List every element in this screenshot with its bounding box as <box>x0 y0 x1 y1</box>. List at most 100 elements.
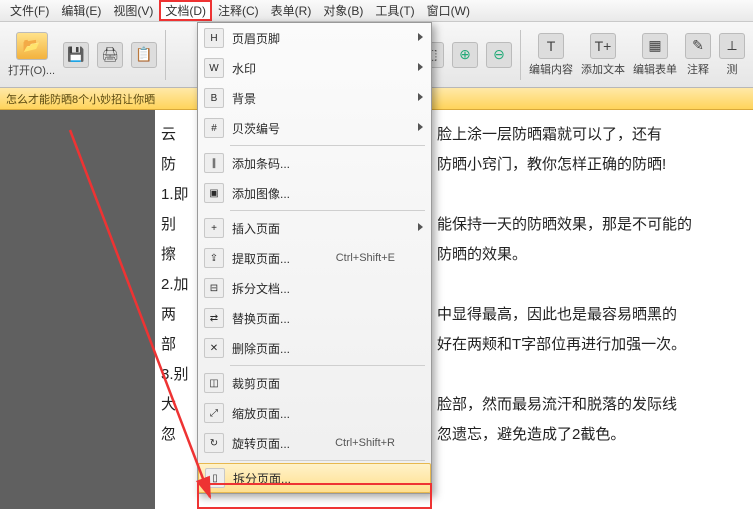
toolbar-separator <box>165 30 166 80</box>
menu-separator <box>230 210 425 211</box>
doc-line: 脸上涂一层防晒霜就可以了，还有 <box>437 120 692 150</box>
measure-icon: ⟂ <box>719 33 745 59</box>
menu-item-icon: ⊟ <box>204 278 224 298</box>
menu-item-label: 旋转页面... <box>232 435 290 452</box>
menu-window[interactable]: 窗口(W) <box>421 0 476 21</box>
menu-item-icon: ▣ <box>204 183 224 203</box>
menu-file[interactable]: 文件(F) <box>4 0 55 21</box>
menu-item-缩放页面[interactable]: ⤢ 缩放页面... <box>198 398 431 428</box>
edit-content-button[interactable]: T编辑内容 <box>529 33 573 77</box>
page-gutter <box>0 110 155 509</box>
submenu-arrow-icon <box>418 123 423 131</box>
submenu-arrow-icon <box>418 93 423 101</box>
doc-frag: 两 <box>161 300 189 330</box>
doc-frag: 忽 <box>161 420 189 450</box>
submenu-arrow-icon <box>418 223 423 231</box>
menu-item-label: 替换页面... <box>232 310 290 327</box>
doc-line: 防晒小窍门，教你怎样正确的防晒! <box>437 150 692 180</box>
menu-item-插入页面[interactable]: + 插入页面 <box>198 213 431 243</box>
menu-document[interactable]: 文档(D) <box>159 0 212 21</box>
menu-annotate[interactable]: 注释(C) <box>212 0 265 21</box>
doc-line: 能保持一天的防晒效果，那是不可能的 <box>437 210 692 240</box>
open-label: 打开(O)... <box>8 62 55 78</box>
doc-frag: 部 <box>161 330 189 360</box>
menu-separator <box>230 365 425 366</box>
submenu-arrow-icon <box>418 33 423 41</box>
text-edit-icon: T <box>538 33 564 59</box>
menu-item-label: 插入页面 <box>232 220 280 237</box>
menu-item-旋转页面[interactable]: ↻ 旋转页面... Ctrl+Shift+R <box>198 428 431 458</box>
doc-line: 脸部，然而最易流汗和脱落的发际线 <box>437 390 692 420</box>
menu-item-添加图像[interactable]: ▣ 添加图像... <box>198 178 431 208</box>
doc-frag: 1.即 <box>161 180 189 210</box>
menu-item-替换页面[interactable]: ⇄替换页面... <box>198 303 431 333</box>
menu-item-icon: ✕ <box>204 338 224 358</box>
zoom-in-icon: ⊕ <box>452 42 478 68</box>
open-button[interactable]: 📂 打开(O)... <box>8 32 55 78</box>
doc-frag: 别 <box>161 210 189 240</box>
menu-item-icon: ∥ <box>204 153 224 173</box>
menu-item-拆分文档[interactable]: ⊟ 拆分文档... <box>198 273 431 303</box>
zoom-out[interactable]: ⊖ <box>486 42 512 68</box>
menu-tools[interactable]: 工具(T) <box>369 0 420 21</box>
save-button[interactable]: 💾 <box>63 42 89 68</box>
menu-item-添加条码[interactable]: ∥ 添加条码... <box>198 148 431 178</box>
edit-form-button[interactable]: ▦编辑表单 <box>633 33 677 77</box>
menu-item-裁剪页面[interactable]: ◫ 裁剪页面 <box>198 368 431 398</box>
menu-shortcut: Ctrl+Shift+E <box>336 252 411 264</box>
add-text-button[interactable]: T+添加文本 <box>581 33 625 77</box>
menu-item-label: 添加条码... <box>232 155 290 172</box>
tab-title: 怎么才能防晒8个小妙招让你晒 <box>6 91 155 107</box>
doc-line: 防晒的效果。 <box>437 240 692 270</box>
menu-separator <box>230 145 425 146</box>
menu-object[interactable]: 对象(B) <box>317 0 369 21</box>
menu-item-背景[interactable]: B 背景 <box>198 83 431 113</box>
doc-frag: 云 <box>161 120 189 150</box>
doc-line: 好在两颊和T字部位再进行加强一次。 <box>437 330 692 360</box>
form-icon: ▦ <box>642 33 668 59</box>
doc-frag: 3.别 <box>161 360 189 390</box>
menu-item-水印[interactable]: W水印 <box>198 53 431 83</box>
doc-line: 中显得最高，因此也是最容易晒黑的 <box>437 300 692 330</box>
menu-item-label: 添加图像... <box>232 185 290 202</box>
menu-form[interactable]: 表单(R) <box>265 0 318 21</box>
menu-item-label: 缩放页面... <box>232 405 290 422</box>
print-icon: 🖨 <box>97 42 123 68</box>
zoom-out-icon: ⊖ <box>486 42 512 68</box>
menu-item-删除页面[interactable]: ✕ 删除页面... <box>198 333 431 363</box>
print-button[interactable]: 🖨 <box>97 42 123 68</box>
menu-item-label: 裁剪页面 <box>232 375 280 392</box>
document-menu-dropdown: H页眉页脚W水印 B 背景 #贝茨编号 ∥ 添加条码... ▣ 添加图像... + 插入页面 ⇪提取… <box>197 22 432 494</box>
menu-item-icon: ⤢ <box>204 403 224 423</box>
menu-item-icon: W <box>204 58 224 78</box>
submenu-arrow-icon <box>418 63 423 71</box>
menu-item-提取页面[interactable]: ⇪提取页面...Ctrl+Shift+E <box>198 243 431 273</box>
menu-item-label: 页眉页脚 <box>232 30 280 47</box>
measure-button[interactable]: ⟂测 <box>719 33 745 77</box>
clipboard-button[interactable]: 📋 <box>131 42 157 68</box>
menu-separator <box>230 460 425 461</box>
menu-item-label: 拆分文档... <box>232 280 290 297</box>
menu-item-页眉页脚[interactable]: H页眉页脚 <box>198 23 431 53</box>
menu-item-label: 删除页面... <box>232 340 290 357</box>
menu-item-label: 贝茨编号 <box>232 120 280 137</box>
menu-item-icon: ↻ <box>204 433 224 453</box>
menu-item-icon: + <box>204 218 224 238</box>
menu-item-icon: ◫ <box>204 373 224 393</box>
doc-frag: 大 <box>161 390 189 420</box>
clipboard-icon: 📋 <box>131 42 157 68</box>
zoom-in[interactable]: ⊕ <box>452 42 478 68</box>
doc-frag: 防 <box>161 150 189 180</box>
menu-item-icon: B <box>204 88 224 108</box>
annotate-button[interactable]: ✎注释 <box>685 33 711 77</box>
folder-open-icon: 📂 <box>16 32 48 60</box>
doc-frag: 擦 <box>161 240 189 270</box>
menu-item-拆分页面[interactable]: ▯拆分页面... <box>198 463 431 493</box>
menu-item-贝茨编号[interactable]: #贝茨编号 <box>198 113 431 143</box>
menu-view[interactable]: 视图(V) <box>107 0 159 21</box>
menu-edit[interactable]: 编辑(E) <box>55 0 107 21</box>
menu-shortcut: Ctrl+Shift+R <box>335 437 411 449</box>
menu-item-label: 背景 <box>232 90 256 107</box>
menu-item-icon: ▯ <box>205 468 225 488</box>
menu-item-icon: ⇪ <box>204 248 224 268</box>
